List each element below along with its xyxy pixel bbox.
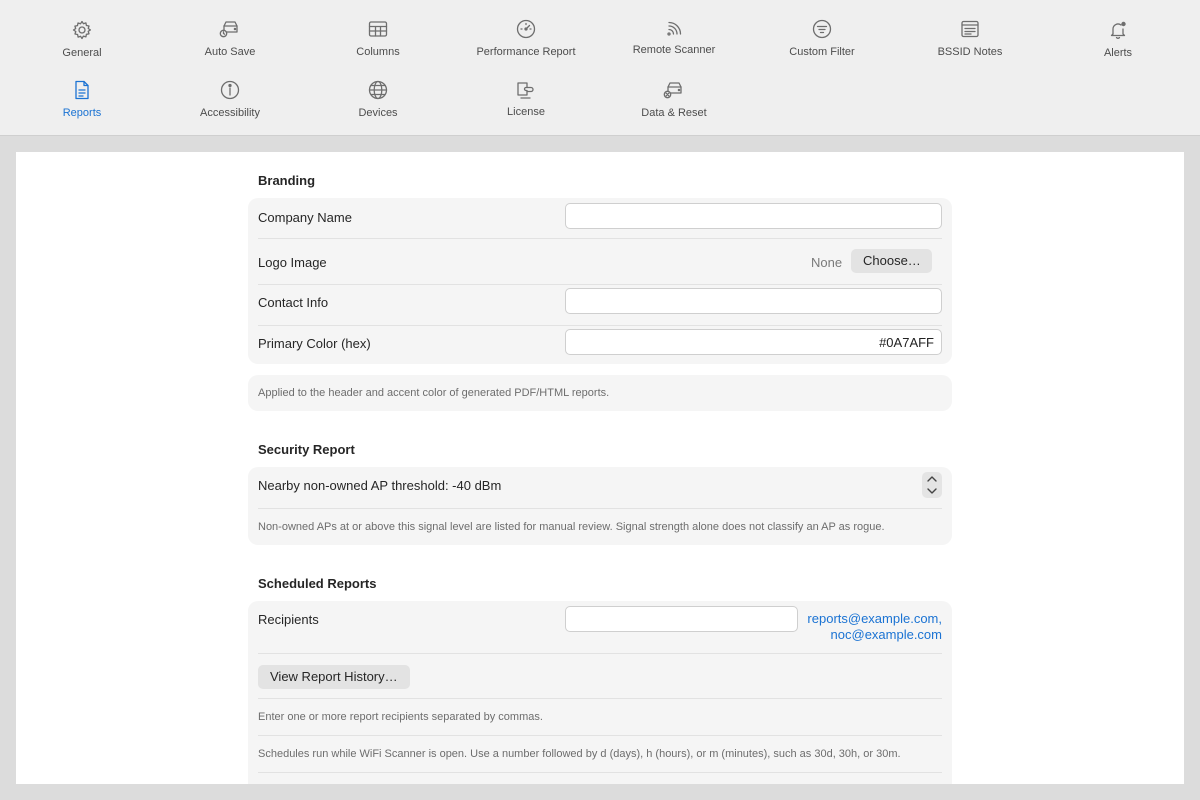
tab-remote-scanner[interactable]: Remote Scanner xyxy=(600,18,748,70)
gauge-icon xyxy=(515,18,537,40)
logo-image-row: Logo Image None Choose… xyxy=(258,239,942,284)
tab-alerts-label: Alerts xyxy=(1103,47,1133,59)
preferences-toolbar: General Auto Save Columns Performance Re… xyxy=(0,0,1200,136)
company-name-label: Company Name xyxy=(258,210,352,225)
primary-color-field[interactable] xyxy=(565,329,942,355)
divider xyxy=(258,508,942,509)
tab-general-label: General xyxy=(62,47,102,59)
table-icon xyxy=(367,18,389,40)
tab-data-reset[interactable]: Data & Reset xyxy=(600,79,748,131)
divider xyxy=(258,698,942,699)
contact-info-row: Contact Info xyxy=(258,285,942,325)
threshold-stepper[interactable] xyxy=(922,472,942,498)
recipient-link-1[interactable]: reports@example.com, xyxy=(807,611,942,627)
settings-pane: Branding Company Name Logo Image None Ch… xyxy=(16,152,1184,784)
chevron-up-icon xyxy=(927,476,937,482)
scheduled-group: Recipients reports@example.com, noc@exam… xyxy=(248,601,952,784)
accessibility-icon xyxy=(219,79,241,101)
security-section-title: Security Report xyxy=(258,442,355,457)
primary-color-label: Primary Color (hex) xyxy=(258,336,371,351)
threshold-label: Nearby non-owned AP threshold: -40 dBm xyxy=(258,478,502,493)
bell-badge-icon xyxy=(1107,19,1129,41)
document-icon xyxy=(71,79,93,101)
schedule-note: Schedules run while WiFi Scanner is open… xyxy=(258,748,901,760)
tab-performance-report-label: Performance Report xyxy=(476,46,576,58)
recipient-link-2[interactable]: noc@example.com xyxy=(831,627,942,643)
tab-custom-filter-label: Custom Filter xyxy=(789,46,855,58)
branding-section-title: Branding xyxy=(258,173,316,188)
antenna-icon xyxy=(663,18,685,40)
tab-columns-label: Columns xyxy=(356,46,400,58)
primary-color-row: Primary Color (hex) xyxy=(258,326,942,364)
tab-reports[interactable]: Reports xyxy=(8,79,156,131)
tab-devices[interactable]: Devices xyxy=(304,79,452,131)
scheduled-section-title: Scheduled Reports xyxy=(258,576,377,591)
branding-group: Company Name Logo Image None Choose… Con… xyxy=(248,198,952,364)
gear-icon xyxy=(71,19,93,41)
tab-remote-scanner-label: Remote Scanner xyxy=(632,44,716,56)
license-icon xyxy=(515,79,537,101)
tab-license-label: License xyxy=(507,106,545,118)
globe-icon xyxy=(367,79,389,101)
security-group: Nearby non-owned AP threshold: -40 dBm N… xyxy=(248,467,952,545)
company-name-field[interactable] xyxy=(565,203,942,229)
tab-auto-save-label: Auto Save xyxy=(204,46,256,58)
tab-auto-save[interactable]: Auto Save xyxy=(156,18,304,70)
history-row: View Report History… xyxy=(258,654,942,698)
chevron-down-icon xyxy=(927,488,937,494)
recipients-label: Recipients xyxy=(258,612,319,627)
notes-icon xyxy=(959,18,981,40)
logo-image-label: Logo Image xyxy=(258,255,327,270)
tab-alerts[interactable]: Alerts xyxy=(1044,19,1192,71)
tab-reports-label: Reports xyxy=(62,107,102,119)
tab-license[interactable]: License xyxy=(452,79,600,131)
branding-note-box: Applied to the header and accent color o… xyxy=(248,375,952,411)
filter-icon xyxy=(811,18,833,40)
tab-custom-filter[interactable]: Custom Filter xyxy=(748,18,896,70)
tab-columns[interactable]: Columns xyxy=(304,18,452,70)
threshold-row: Nearby non-owned AP threshold: -40 dBm xyxy=(258,467,942,507)
view-report-history-button[interactable]: View Report History… xyxy=(258,665,410,689)
tab-data-reset-label: Data & Reset xyxy=(641,107,707,119)
tab-performance-report[interactable]: Performance Report xyxy=(452,18,600,70)
drive-reset-icon xyxy=(663,79,685,101)
divider xyxy=(258,735,942,736)
recipients-field[interactable] xyxy=(565,606,798,632)
contact-info-label: Contact Info xyxy=(258,295,329,310)
company-name-row: Company Name xyxy=(258,198,942,238)
tab-accessibility[interactable]: Accessibility xyxy=(156,79,304,131)
security-note: Non-owned APs at or above this signal le… xyxy=(258,521,885,533)
logo-image-value: None xyxy=(811,255,843,270)
tab-devices-label: Devices xyxy=(358,107,398,119)
recipients-row: Recipients reports@example.com, noc@exam… xyxy=(258,601,942,653)
contact-info-field[interactable] xyxy=(565,288,942,314)
tab-bssid-notes[interactable]: BSSID Notes xyxy=(896,18,1044,70)
divider xyxy=(258,772,942,773)
choose-logo-button[interactable]: Choose… xyxy=(851,249,932,273)
recipients-note: Enter one or more report recipients sepa… xyxy=(258,711,543,723)
tab-bssid-notes-label: BSSID Notes xyxy=(937,46,1003,58)
branding-note: Applied to the header and accent color o… xyxy=(258,387,610,399)
tab-general[interactable]: General xyxy=(8,19,156,71)
tab-accessibility-label: Accessibility xyxy=(200,107,260,119)
drive-clock-icon xyxy=(219,18,241,40)
